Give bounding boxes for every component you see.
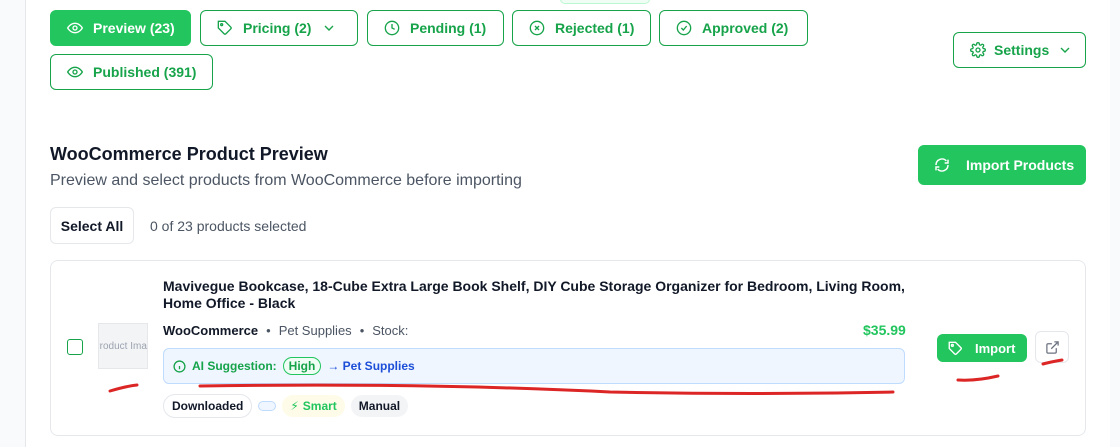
ai-suggested-category: → Pet Supplies <box>327 359 415 373</box>
tab-pending[interactable]: Pending (1) <box>367 10 504 46</box>
tab-rejected-label: Rejected (1) <box>555 20 635 36</box>
import-products-button[interactable]: Import Products <box>918 145 1086 185</box>
info-icon <box>173 359 186 373</box>
tag-manual: Manual <box>350 395 409 417</box>
meta-separator: • <box>359 323 365 338</box>
ai-confidence-badge: High <box>282 357 322 375</box>
product-image-alt: Product Image <box>99 340 147 352</box>
tab-published[interactable]: Published (391) <box>50 54 213 90</box>
bolt-icon: ⚡ <box>290 399 299 413</box>
tab-preview[interactable]: Preview (23) <box>50 10 191 46</box>
top-badge-partial <box>560 0 650 4</box>
settings-label: Settings <box>994 42 1050 58</box>
tab-pricing[interactable]: Pricing (2) <box>200 10 358 46</box>
meta-separator: • <box>266 323 271 338</box>
chevron-down-icon <box>321 20 337 36</box>
import-products-label: Import Products <box>966 157 1075 173</box>
eye-icon <box>67 20 83 36</box>
x-circle-icon <box>529 20 545 36</box>
clock-icon <box>384 20 400 36</box>
product-title: Mavivegue Bookcase, 18-Cube Extra Large … <box>163 278 905 311</box>
tag-downloaded: Downloaded <box>163 394 253 418</box>
product-meta: WooCommerce • Pet Supplies • Stock: <box>163 323 408 338</box>
chevron-down-icon <box>1057 42 1073 58</box>
select-all-button[interactable]: Select All <box>50 207 134 244</box>
import-product-button[interactable]: Import <box>937 334 1027 362</box>
section-subtitle: Preview and select products from WooComm… <box>50 172 522 189</box>
tag-smart: ⚡ Smart <box>282 395 345 417</box>
open-external-button[interactable] <box>1035 331 1069 363</box>
tag-icon <box>948 341 963 356</box>
tab-preview-label: Preview (23) <box>93 20 175 36</box>
external-link-icon <box>1045 340 1060 355</box>
tab-rejected[interactable]: Rejected (1) <box>512 10 651 46</box>
tag-empty <box>258 401 277 411</box>
import-product-label: Import <box>975 340 1016 356</box>
product-tags: Downloaded ⚡ Smart Manual <box>163 394 409 418</box>
product-image: Product Image <box>98 323 148 369</box>
selection-status: 0 of 23 products selected <box>150 218 307 234</box>
tag-smart-label: Smart <box>302 399 337 413</box>
section-title: WooCommerce Product Preview <box>50 144 328 164</box>
product-source: WooCommerce <box>163 323 259 338</box>
tab-approved-label: Approved (2) <box>702 20 789 36</box>
product-stock: Stock: <box>372 323 409 338</box>
product-checkbox[interactable] <box>67 339 83 355</box>
eye-icon <box>67 64 83 80</box>
settings-button[interactable]: Settings <box>953 32 1086 68</box>
product-price: $35.99 <box>863 322 906 338</box>
check-circle-icon <box>676 20 692 36</box>
product-category: Pet Supplies <box>278 323 352 338</box>
ai-suggestion-label: AI Suggestion: <box>192 359 277 373</box>
tag-icon <box>217 20 233 36</box>
tab-pending-label: Pending (1) <box>410 20 487 36</box>
gear-icon <box>970 42 986 58</box>
ai-suggestion-box: AI Suggestion: High → Pet Supplies <box>163 348 905 384</box>
tab-approved[interactable]: Approved (2) <box>659 10 808 46</box>
tab-published-label: Published (391) <box>93 64 197 80</box>
refresh-icon <box>934 157 950 173</box>
tab-pricing-label: Pricing (2) <box>243 20 312 36</box>
